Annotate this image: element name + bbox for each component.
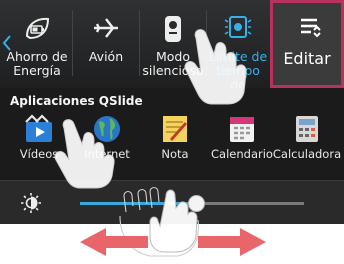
toggle-label: Modo silencioso [142, 49, 204, 78]
toggle-screen-timeout[interactable]: Límite de tiempo de [207, 0, 269, 92]
brightness-slider-thumb[interactable] [188, 195, 206, 212]
swipe-left-arrow-icon [80, 228, 148, 256]
notification-panel: Ahorro de Energía Avión Modo silencioso [0, 0, 344, 224]
internet-globe-icon [94, 116, 120, 142]
edit-list-icon [301, 18, 321, 38]
silent-mode-icon [165, 16, 181, 42]
qslide-title: Aplicaciones QSlide [10, 94, 143, 108]
videos-icon [25, 114, 52, 142]
toggle-airplane[interactable]: Avión [73, 0, 139, 88]
toggle-power-saver[interactable]: Ahorro de Energía [2, 0, 72, 88]
toggle-label: Ahorro de Energía [6, 49, 68, 78]
toggle-silent-mode[interactable]: Modo silencioso [140, 0, 206, 88]
brightness-row [0, 180, 344, 224]
calendar-icon [230, 117, 254, 142]
note-icon [163, 116, 187, 142]
quick-settings-screenshot: Ahorro de Energía Avión Modo silencioso [0, 0, 344, 264]
airplane-icon [94, 18, 118, 38]
quick-toggle-row: Ahorro de Energía Avión Modo silencioso [0, 0, 344, 92]
screen-timeout-icon [224, 16, 252, 38]
battery-saver-icon [25, 17, 50, 40]
calculator-icon [296, 116, 318, 142]
edit-button[interactable]: Editar [270, 0, 344, 88]
toggle-label: Avión [88, 49, 124, 64]
app-label: Calculadora [272, 147, 342, 161]
brightness-icon [21, 193, 41, 213]
toggle-label: Límite de tiempo de [208, 49, 268, 92]
brightness-slider-fill [80, 202, 197, 205]
qslide-apps-section: Aplicaciones QSlide Vídeos Internet Nota… [0, 88, 344, 180]
brightness-slider[interactable] [80, 195, 304, 212]
swipe-right-arrow-icon [198, 228, 266, 256]
edit-button-label: Editar [283, 49, 331, 68]
